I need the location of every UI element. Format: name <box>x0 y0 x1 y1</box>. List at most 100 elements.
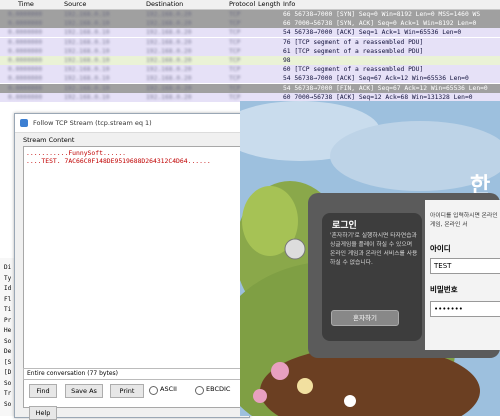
print-button[interactable]: Print <box>110 384 144 398</box>
packet-field: 192.168.0.20 <box>146 47 192 55</box>
packet-info: 54 56738→7000 [ACK] Seq=67 Ack=12 Win=65… <box>283 75 469 83</box>
login-title: 로그인 <box>332 221 357 231</box>
packet-field: 192.168.0.20 <box>146 75 192 83</box>
detail-line[interactable]: Id <box>4 285 11 292</box>
password-input[interactable]: ••••••• <box>430 301 500 317</box>
column-destination[interactable]: Destination <box>146 0 183 9</box>
login-intro-text: 아이디를 입력하시면 온라인 게임, 온라인 서 <box>430 213 498 228</box>
packet-info: 61 [TCP segment of a reassembled PDU] <box>283 47 424 55</box>
detail-line[interactable]: Ty <box>4 275 11 282</box>
login-description: '혼자하기'로 실행하시면 타자연습과 싱글게임을 플레이 하실 수 있으며 온… <box>330 233 418 266</box>
packet-list: Time Source Destination Protocol Length … <box>0 0 500 112</box>
packet-field: 192.168.0.10 <box>64 93 110 101</box>
conversation-select[interactable]: Entire conversation (77 bytes) <box>23 368 249 380</box>
packet-info: 60 [TCP segment of a reassembled PDU] <box>283 66 424 74</box>
packet-field: 192.168.0.10 <box>64 11 110 18</box>
packet-field: TCP <box>229 57 241 64</box>
packet-field: TCP <box>229 47 241 55</box>
packet-field: 0.0000000 <box>8 11 43 18</box>
packet-info: 54 56738→7000 [FIN, ACK] Seq=67 Ack=12 W… <box>283 84 488 92</box>
packet-field: TCP <box>229 75 241 83</box>
play-solo-button[interactable]: 혼자하기 <box>331 310 399 326</box>
ebcdic-label: EBCDIC <box>206 385 231 393</box>
packet-field: 192.168.0.20 <box>146 20 192 28</box>
packet-row[interactable]: 0.0000000 192.168.0.10 192.168.0.20 TCP 66 5… <box>0 10 500 19</box>
packet-field: 192.168.0.10 <box>64 20 110 28</box>
detail-line[interactable]: Di <box>4 264 11 271</box>
packet-row[interactable]: 0.0000000 192.168.0.10 192.168.0.20 TCP 60 [… <box>0 65 500 75</box>
packet-field: 192.168.0.20 <box>146 38 192 46</box>
packet-field: 0.0000000 <box>8 57 43 64</box>
ascii-label: ASCII <box>160 385 177 393</box>
packet-field: 192.168.0.20 <box>146 11 192 18</box>
detail-line[interactable]: Fl <box>4 296 11 303</box>
packet-field: 192.168.0.20 <box>146 29 192 37</box>
detail-line[interactable]: Tr <box>4 390 11 397</box>
wireshark-icon <box>20 119 28 127</box>
packet-info: 98 <box>283 57 291 64</box>
packet-row[interactable]: 0.0000000 192.168.0.10 192.168.0.20 TCP 66 7… <box>0 19 500 29</box>
packet-field: 192.168.0.10 <box>64 75 110 83</box>
save-as-button[interactable]: Save As <box>65 384 103 398</box>
column-time[interactable]: Time <box>18 0 34 9</box>
id-label: 아이디 <box>430 244 451 253</box>
packet-row[interactable]: 0.0000000 192.168.0.10 192.168.0.20 TCP 61 [… <box>0 46 500 56</box>
ebcdic-radio[interactable] <box>195 386 204 395</box>
packet-field: 0.0000000 <box>8 66 43 74</box>
packet-field: TCP <box>229 84 241 92</box>
id-input[interactable]: TEST <box>430 258 500 274</box>
conversation-value: Entire conversation (77 bytes) <box>27 370 118 377</box>
id-value: TEST <box>434 262 452 270</box>
packet-field: 192.168.0.10 <box>64 57 110 64</box>
packet-info: 66 7000→56738 [SYN, ACK] Seq=0 Ack=1 Win… <box>283 20 477 28</box>
column-length[interactable]: Length <box>258 0 280 9</box>
packet-field: TCP <box>229 20 241 28</box>
packet-list-header: Time Source Destination Protocol Length … <box>0 0 500 10</box>
detail-line[interactable]: [D <box>4 369 11 376</box>
packet-field: TCP <box>229 38 241 46</box>
packet-row[interactable]: 0.0000000 192.168.0.10 192.168.0.20 TCP 54 5… <box>0 28 500 38</box>
detail-line[interactable]: So <box>4 401 11 408</box>
packet-field: 0.0000000 <box>8 47 43 55</box>
packet-field: 0.0000000 <box>8 93 43 101</box>
stream-content-label: Stream Content <box>23 136 75 144</box>
window-title: Follow TCP Stream (tcp.stream eq 1) <box>33 119 152 127</box>
detail-line[interactable]: Ti <box>4 306 11 313</box>
packet-field: 0.0000000 <box>8 20 43 28</box>
detail-line[interactable]: He <box>4 327 11 334</box>
packet-field: 192.168.0.10 <box>64 29 110 37</box>
packet-field: 192.168.0.20 <box>146 66 192 74</box>
packet-field: 0.0000000 <box>8 84 43 92</box>
detail-line[interactable]: So <box>4 338 11 345</box>
packet-row[interactable]: 0.0000000 192.168.0.10 192.168.0.20 TCP 76 [… <box>0 37 500 47</box>
help-button[interactable]: Help <box>29 406 57 420</box>
column-protocol[interactable]: Protocol <box>229 0 255 9</box>
packet-field: 192.168.0.10 <box>64 66 110 74</box>
password-label: 비밀번호 <box>430 285 458 294</box>
packet-row[interactable]: 0.0000000 192.168.0.10 192.168.0.20 TCP 54 5… <box>0 83 500 93</box>
packet-field: TCP <box>229 93 241 101</box>
ascii-radio[interactable] <box>149 386 158 395</box>
packet-field: 192.168.0.10 <box>64 47 110 55</box>
detail-line[interactable]: So <box>4 380 11 387</box>
packet-field: 0.0000000 <box>8 75 43 83</box>
password-value: ••••••• <box>434 305 463 313</box>
packet-field: 0.0000000 <box>8 29 43 37</box>
packet-field: 0.0000000 <box>8 38 43 46</box>
packet-row[interactable]: 0.0000000 192.168.0.10 192.168.0.20 TCP 54 5… <box>0 74 500 84</box>
packet-info: 54 56738→7000 [ACK] Seq=1 Ack=1 Win=6553… <box>283 29 462 37</box>
packet-row[interactable]: 0.0000000 192.168.0.10 192.168.0.20 TCP 98 <box>0 56 500 65</box>
follow-tcp-stream-window: Follow TCP Stream (tcp.stream eq 1) Stre… <box>14 113 250 420</box>
window-titlebar[interactable]: Follow TCP Stream (tcp.stream eq 1) <box>15 114 249 133</box>
packet-info: 76 [TCP segment of a reassembled PDU] <box>283 38 424 46</box>
stream-line: ...........FunnySoft...... <box>26 149 127 157</box>
packet-field: 192.168.0.20 <box>146 57 192 64</box>
find-button[interactable]: Find <box>29 384 57 398</box>
detail-line[interactable]: [S <box>4 359 11 366</box>
column-source[interactable]: Source <box>64 0 86 9</box>
column-info[interactable]: Info <box>283 0 295 9</box>
detail-line[interactable]: Pr <box>4 317 11 324</box>
packet-field: 192.168.0.10 <box>64 84 110 92</box>
detail-line[interactable]: De <box>4 348 11 355</box>
packet-info: 66 56738→7000 [SYN] Seq=0 Win=8192 Len=0… <box>283 11 481 18</box>
